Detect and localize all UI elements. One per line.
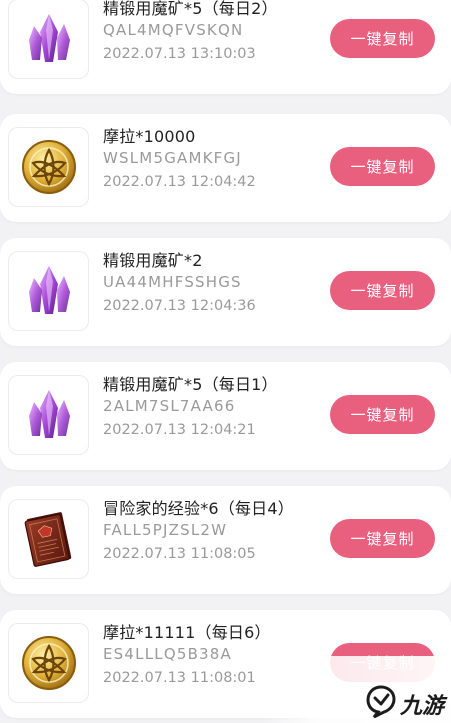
redeem-code: ES4LLLQ5B38A [103, 645, 233, 663]
gold-coin-icon [20, 634, 78, 692]
redeem-code: FALL5PJZSL2W [103, 521, 228, 539]
item-title: 精锻用魔矿*2 [103, 251, 203, 270]
item-thumbnail [8, 623, 89, 703]
purple-crystal-icon [20, 10, 78, 68]
list-item: 摩拉*10000 WSLM5GAMKFGJ 2022.07.13 12:04:4… [0, 114, 451, 222]
timestamp: 2022.07.13 11:08:01 [103, 670, 256, 686]
jiuyou-logo-icon [364, 684, 398, 722]
copy-button[interactable]: 一键复制 [330, 519, 435, 558]
item-thumbnail [8, 251, 89, 331]
timestamp: 2022.07.13 12:04:36 [103, 298, 256, 314]
item-thumbnail [8, 0, 89, 79]
timestamp: 2022.07.13 12:04:42 [103, 174, 256, 190]
list-item: 精锻用魔矿*2 UA44MHFSSHGS 2022.07.13 12:04:36… [0, 238, 451, 346]
redeem-code: WSLM5GAMKFGJ [103, 149, 242, 167]
timestamp: 2022.07.13 12:04:21 [103, 422, 256, 438]
item-title: 摩拉*10000 [103, 127, 196, 146]
copy-button[interactable]: 一键复制 [330, 271, 435, 310]
copy-button[interactable]: 一键复制 [330, 147, 435, 186]
item-title: 精锻用魔矿*5（每日2） [103, 0, 278, 18]
item-thumbnail [8, 499, 89, 579]
list-item: 精锻用魔矿*5（每日2） QAL4MQFVSKQN 2022.07.13 13:… [0, 0, 451, 94]
item-thumbnail [8, 127, 89, 207]
timestamp: 2022.07.13 13:10:03 [103, 46, 256, 62]
list-item: 冒险家的经验*6（每日4） FALL5PJZSL2W 2022.07.13 11… [0, 486, 451, 594]
list-item: 精锻用魔矿*5（每日1） 2ALM7SL7AA66 2022.07.13 12:… [0, 362, 451, 470]
redeem-code: 2ALM7SL7AA66 [103, 397, 236, 415]
watermark-text: 九游 [400, 694, 445, 719]
copy-button[interactable]: 一键复制 [330, 395, 435, 434]
item-thumbnail [8, 375, 89, 455]
item-title: 精锻用魔矿*5（每日1） [103, 375, 278, 394]
purple-crystal-icon [20, 262, 78, 320]
item-title: 冒险家的经验*6（每日4） [103, 499, 294, 518]
copy-button[interactable]: 一键复制 [330, 19, 435, 58]
purple-crystal-icon [20, 386, 78, 444]
gold-coin-icon [20, 138, 78, 196]
redeem-code: UA44MHFSSHGS [103, 273, 242, 291]
timestamp: 2022.07.13 11:08:05 [103, 546, 256, 562]
redeem-code: QAL4MQFVSKQN [103, 21, 244, 39]
item-title: 摩拉*11111（每日6） [103, 623, 271, 642]
red-book-icon [19, 509, 79, 569]
